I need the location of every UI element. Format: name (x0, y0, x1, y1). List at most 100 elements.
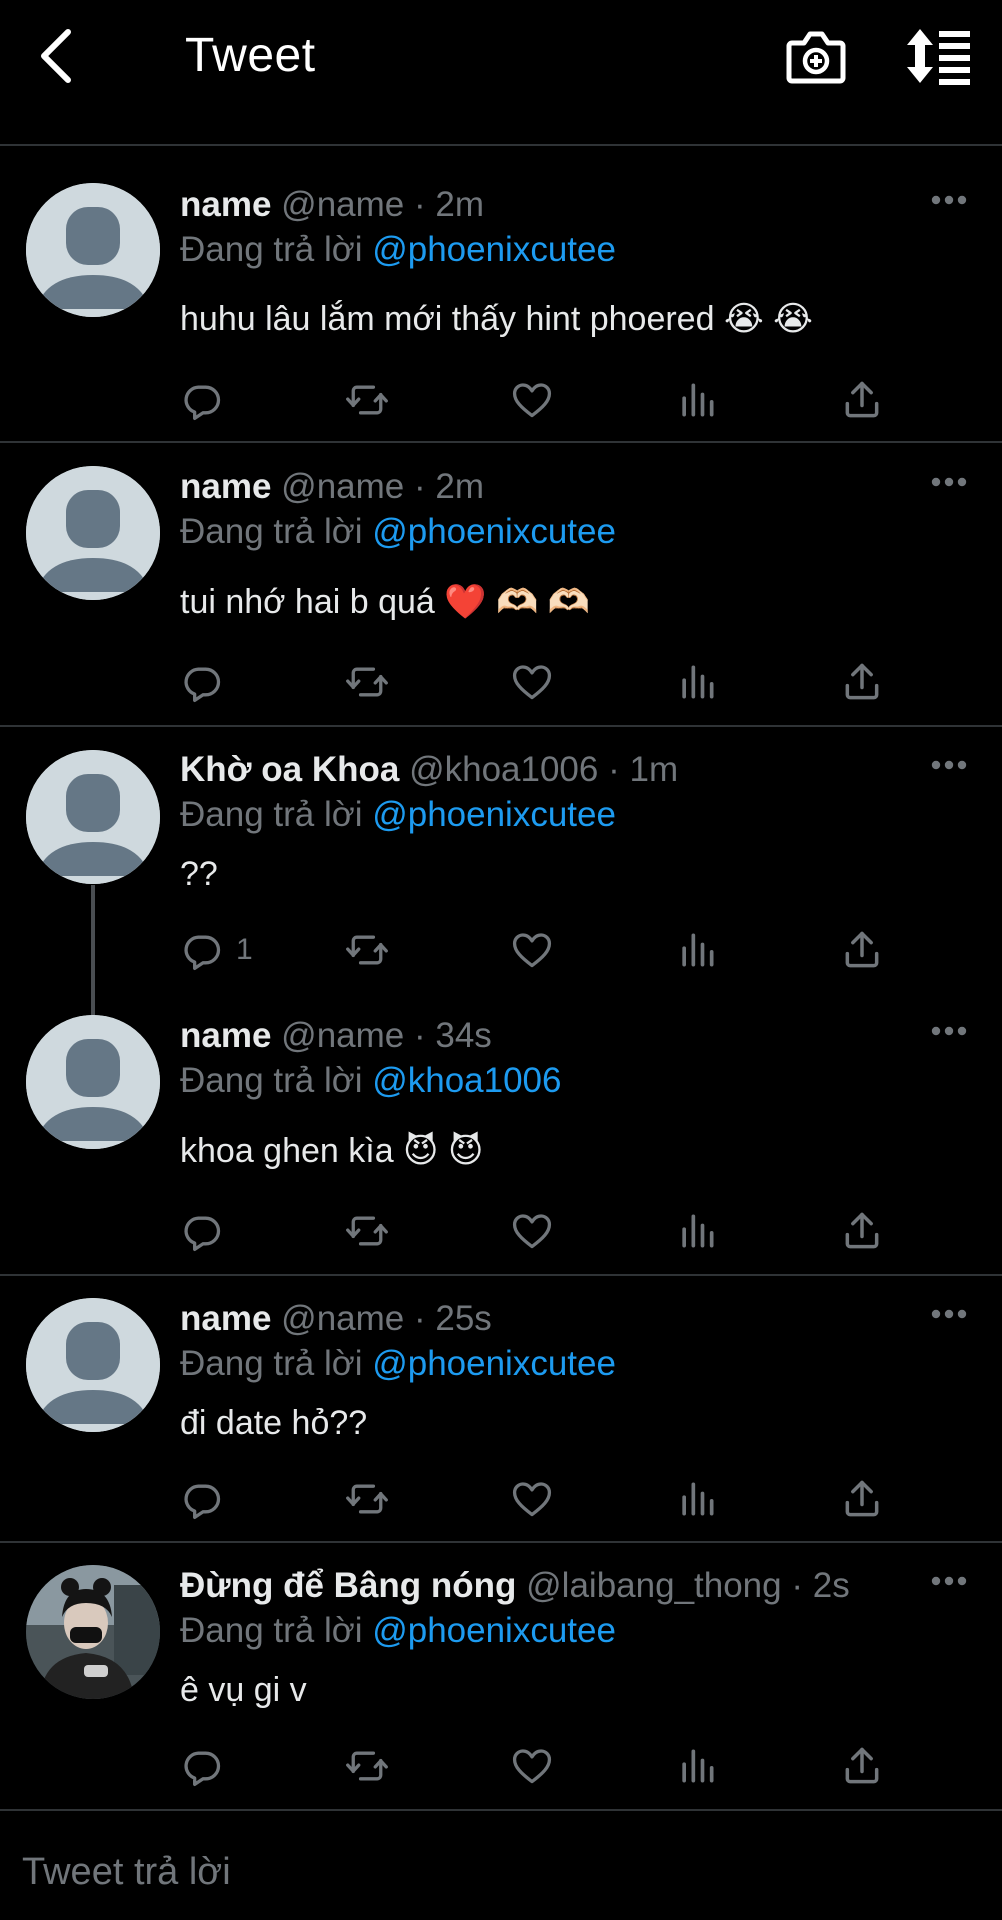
replying-to: Đang trả lời @phoenixcutee (180, 795, 616, 834)
analytics-icon (682, 933, 714, 967)
action-bar (0, 1474, 1002, 1524)
tweet[interactable]: name @name · 25s Đang trả lời @phoenixcu… (0, 1276, 1002, 1543)
more-icon[interactable] (931, 194, 967, 206)
tweet[interactable]: Khờ oa Khoa @khoa1006 · 1m Đang trả lời … (0, 727, 1002, 997)
heart-icon (512, 1482, 552, 1517)
tweet[interactable]: name @name · 34s Đang trả lời @khoa1006 … (0, 997, 1002, 1276)
share-icon (845, 1480, 879, 1517)
reply-button[interactable] (180, 1206, 236, 1256)
heart-icon (512, 933, 552, 968)
reply-mention-link[interactable]: @phoenixcutee (372, 512, 616, 551)
views-button[interactable] (675, 925, 719, 975)
reply-button[interactable] (180, 375, 236, 425)
default-avatar-icon (26, 466, 160, 600)
reply-mention-link[interactable]: @phoenixcutee (372, 795, 616, 834)
retweet-button[interactable] (345, 657, 389, 707)
tweet[interactable]: Đừng để Bâng nóng @laibang_thong · 2s Đa… (0, 1543, 1002, 1811)
retweet-icon (346, 1216, 388, 1246)
more-icon[interactable] (931, 1025, 967, 1037)
like-button[interactable] (510, 1474, 554, 1524)
default-avatar-icon (26, 750, 160, 884)
tweet-header: name @name · 2m (180, 185, 484, 224)
default-avatar-icon (26, 183, 160, 317)
views-button[interactable] (675, 1206, 719, 1256)
retweet-button[interactable] (345, 925, 389, 975)
more-icon[interactable] (931, 1308, 967, 1320)
avatar[interactable] (26, 1565, 160, 1699)
display-name[interactable]: name (180, 1016, 271, 1055)
more-icon[interactable] (931, 476, 967, 488)
like-button[interactable] (510, 1741, 554, 1791)
retweet-button[interactable] (345, 1474, 389, 1524)
tweet-text: khoa ghen kìa 😈 😈 (180, 1132, 484, 1170)
display-name[interactable]: name (180, 467, 271, 506)
analytics-icon (682, 383, 714, 417)
reply-input[interactable]: Tweet trả lời (22, 1849, 231, 1895)
timestamp: 2s (812, 1566, 850, 1605)
share-button[interactable] (840, 1741, 884, 1791)
reply-button[interactable] (180, 1474, 236, 1524)
display-name[interactable]: name (180, 185, 271, 224)
heart-icon (512, 1749, 552, 1784)
like-button[interactable] (510, 1206, 554, 1256)
tweet-text: ê vụ gi v (180, 1671, 307, 1709)
more-icon[interactable] (931, 759, 967, 771)
reply-mention-link[interactable]: @khoa1006 (372, 1061, 561, 1100)
retweet-button[interactable] (345, 375, 389, 425)
action-bar (0, 1206, 1002, 1256)
reply-icon (184, 935, 221, 970)
share-icon (845, 1747, 879, 1784)
camera-plus-icon[interactable] (786, 27, 846, 85)
replying-to: Đang trả lời @phoenixcutee (180, 1611, 616, 1650)
share-button[interactable] (840, 375, 884, 425)
action-bar (0, 375, 1002, 425)
reply-composer[interactable]: Tweet trả lời (0, 1811, 1002, 1920)
retweet-icon (346, 935, 388, 965)
display-name[interactable]: name (180, 1299, 271, 1338)
views-button[interactable] (675, 1741, 719, 1791)
display-name[interactable]: Khờ oa Khoa (180, 750, 399, 789)
page-title: Tweet (185, 29, 316, 82)
heart-icon (512, 383, 552, 418)
tweet-text: ?? (180, 855, 218, 893)
reply-mention-link[interactable]: @phoenixcutee (372, 230, 616, 269)
more-icon[interactable] (931, 1575, 967, 1587)
reply-icon (184, 1484, 221, 1519)
tweet-header: name @name · 25s (180, 1299, 492, 1338)
share-button[interactable] (840, 1206, 884, 1256)
retweet-button[interactable] (345, 1741, 389, 1791)
share-button[interactable] (840, 925, 884, 975)
share-button[interactable] (840, 657, 884, 707)
reply-button[interactable] (180, 1741, 236, 1791)
retweet-icon (346, 1484, 388, 1514)
avatar[interactable] (26, 466, 160, 600)
reply-icon (184, 667, 221, 702)
sort-icon[interactable] (906, 27, 972, 85)
display-name[interactable]: Đừng để Bâng nóng (180, 1566, 516, 1605)
reply-button[interactable]: 1 (180, 925, 253, 975)
timestamp: 34s (435, 1016, 492, 1055)
handle: @laibang_thong (526, 1566, 782, 1605)
avatar[interactable] (26, 183, 160, 317)
chevron-left-icon[interactable] (30, 26, 90, 86)
replying-to: Đang trả lời @phoenixcutee (180, 230, 616, 269)
retweet-button[interactable] (345, 1206, 389, 1256)
avatar[interactable] (26, 750, 160, 884)
like-button[interactable] (510, 375, 554, 425)
views-button[interactable] (675, 1474, 719, 1524)
reply-mention-link[interactable]: @phoenixcutee (372, 1611, 616, 1650)
views-button[interactable] (675, 375, 719, 425)
avatar[interactable] (26, 1015, 160, 1149)
reply-mention-link[interactable]: @phoenixcutee (372, 1344, 616, 1383)
top-bar: Tweet (0, 0, 1002, 146)
avatar[interactable] (26, 1298, 160, 1432)
like-button[interactable] (510, 657, 554, 707)
views-button[interactable] (675, 657, 719, 707)
timestamp: 2m (435, 185, 484, 224)
timestamp: 2m (435, 467, 484, 506)
reply-button[interactable] (180, 657, 236, 707)
share-button[interactable] (840, 1474, 884, 1524)
like-button[interactable] (510, 925, 554, 975)
tweet[interactable]: name @name · 2m Đang trả lời @phoenixcut… (0, 148, 1002, 443)
tweet[interactable]: name @name · 2m Đang trả lời @phoenixcut… (0, 443, 1002, 727)
